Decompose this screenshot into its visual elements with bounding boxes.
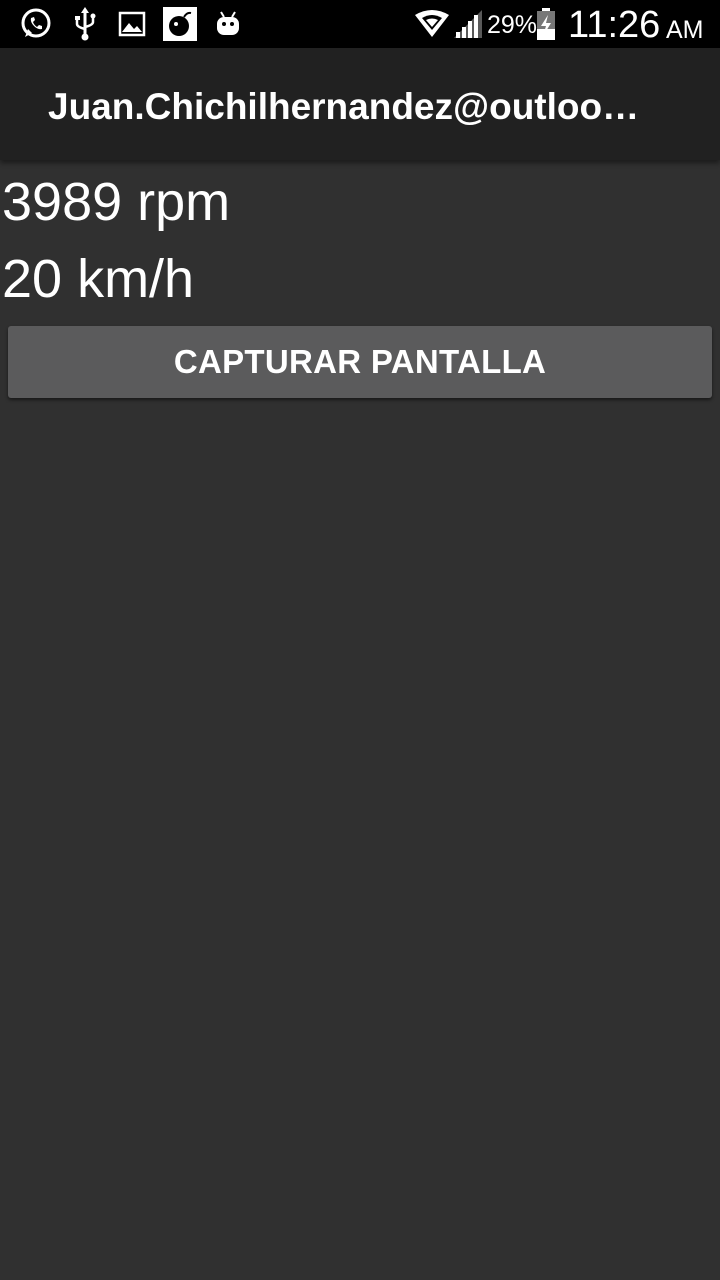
signal-icon — [452, 6, 484, 42]
usb-icon — [72, 6, 98, 42]
battery-percent: 29% — [487, 11, 538, 39]
image-icon — [118, 6, 146, 42]
speed-reading: 20 km/h — [2, 249, 195, 309]
rpm-reading: 3989 rpm — [2, 172, 231, 232]
wifi-icon — [414, 6, 450, 42]
battery-charging-icon — [535, 6, 557, 42]
status-bar: 29% 11:26 AM — [0, 0, 720, 48]
whatsapp-icon — [18, 6, 54, 42]
app-title: Juan.Chichilhernandez@outlook.com — [48, 86, 648, 127]
bomb-app-icon — [163, 6, 197, 42]
clock-ampm: AM — [666, 16, 704, 44]
android-icon — [214, 6, 242, 42]
clock-time: 11:26 — [568, 4, 661, 46]
app-screen: 29% 11:26 AM Juan.Chichilhernandez@outlo… — [0, 0, 720, 1280]
capture-screen-button[interactable]: CAPTURAR PANTALLA — [8, 326, 712, 398]
